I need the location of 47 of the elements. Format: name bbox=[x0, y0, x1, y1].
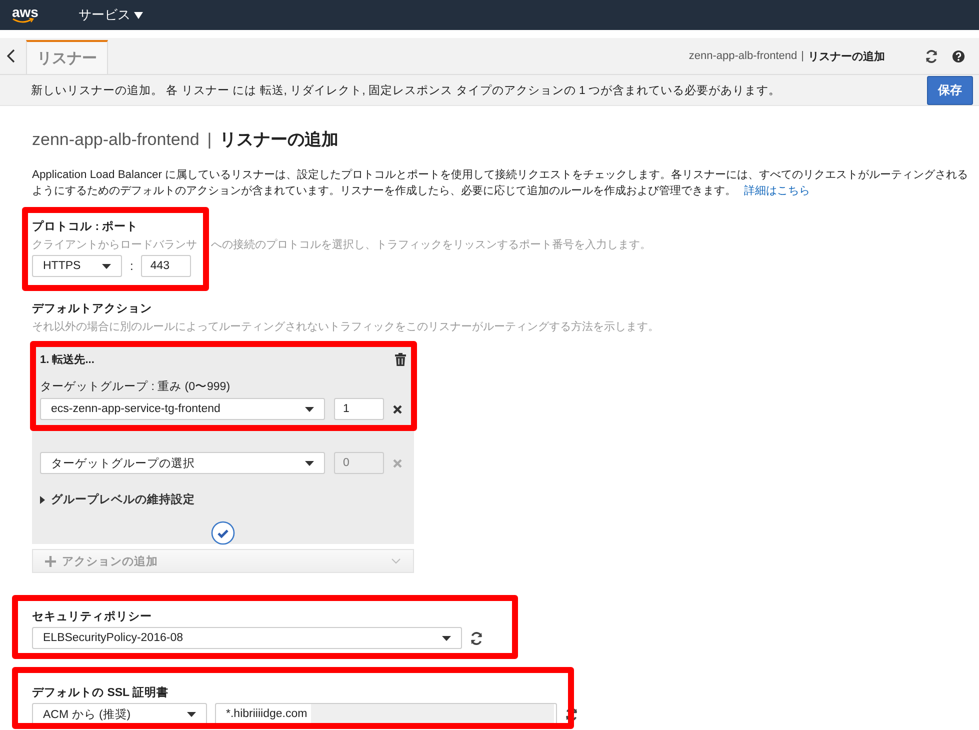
weight-input[interactable]: 1 bbox=[334, 398, 384, 420]
field-label: プロトコル : ポート bbox=[32, 219, 140, 234]
field-hint: クライアントからロードバランサ bbox=[32, 238, 197, 252]
protocol-select[interactable]: HTTPS bbox=[32, 255, 122, 277]
field-hint: への接続のプロトコルを選択し、トラフィックをリッスンするポート番号を入力します。 bbox=[211, 238, 651, 252]
stickiness-toggle[interactable]: グループレベルの維持設定 bbox=[40, 492, 195, 507]
title-separator: | bbox=[207, 130, 212, 150]
certificate-select[interactable]: *.hibriiiidge.com bbox=[215, 703, 557, 725]
remove-icon[interactable] bbox=[393, 404, 402, 414]
breadcrumb-text: zenn-app-alb-frontend bbox=[688, 50, 798, 62]
field-label: セキュリティポリシー bbox=[32, 610, 153, 624]
save-button[interactable]: 保存 bbox=[927, 76, 973, 104]
refresh-icon[interactable] bbox=[925, 50, 938, 62]
info-text: 新しいリスナーの追加。 各 リスナー には 転送, リダイレクト, 固定レスポンス タイプのアクションの 1 つが含まれている必要があります。 bbox=[31, 83, 781, 98]
expand-arrow-icon bbox=[40, 496, 45, 504]
breadcrumb-current: リスナーの追加 bbox=[808, 50, 885, 64]
page-title: リスナーの追加 bbox=[220, 129, 339, 151]
target-group-select[interactable]: ecs-zenn-app-service-tg-frontend bbox=[40, 398, 325, 420]
colon-separator: : bbox=[130, 259, 134, 273]
field-label: デフォルトアクション bbox=[32, 302, 153, 316]
description-text: Application Load Balancer に属しているリスナーは、設定したプロトコルとポートを使用して接続リクエストをチェックします。各リスナーには、すべてのリクエストがルーティングされる bbox=[32, 168, 968, 183]
certificate-source-select[interactable]: ACM から (推奨) bbox=[32, 703, 207, 725]
dropdown-caret-icon bbox=[102, 264, 111, 268]
learn-more-link[interactable]: 詳細はこちら bbox=[744, 183, 810, 199]
refresh-icon[interactable] bbox=[470, 632, 483, 644]
dropdown-caret-icon bbox=[442, 636, 451, 640]
plus-icon bbox=[45, 556, 56, 566]
dropdown-caret-icon bbox=[305, 460, 314, 466]
field-label: デフォルトの SSL 証明書 bbox=[32, 685, 170, 700]
refresh-icon[interactable] bbox=[565, 708, 578, 720]
confirm-check-icon[interactable] bbox=[211, 521, 235, 545]
help-icon[interactable] bbox=[952, 50, 965, 62]
load-balancer-name: zenn-app-alb-frontend bbox=[32, 130, 200, 150]
dropdown-caret-icon bbox=[305, 406, 314, 412]
caret-icon bbox=[134, 12, 144, 18]
action-title: 1. 転送先... bbox=[40, 352, 94, 367]
aws-logo[interactable]: aws bbox=[12, 4, 38, 26]
services-menu[interactable]: サービス bbox=[78, 6, 144, 24]
field-hint: それ以外の場合に別のルールによってルーティングされないトラフィックをこのリスナーがルーティングする方法を示します。 bbox=[32, 320, 660, 334]
weight-label: ターゲットグループ : 重み (0〜999) bbox=[40, 379, 232, 394]
security-policy-select[interactable]: ELBSecurityPolicy-2016-08 bbox=[32, 627, 462, 649]
port-input[interactable]: 443 bbox=[141, 255, 192, 277]
trash-icon[interactable] bbox=[395, 353, 406, 366]
breadcrumb-separator: | bbox=[801, 50, 804, 62]
chevron-icon bbox=[391, 558, 401, 564]
dropdown-caret-icon bbox=[187, 712, 196, 716]
description-text: ようにするためのデフォルトのアクションが含まれています。リスナーを作成したら、必要に応じて追加のルールを作成および管理できます。 bbox=[32, 184, 736, 199]
